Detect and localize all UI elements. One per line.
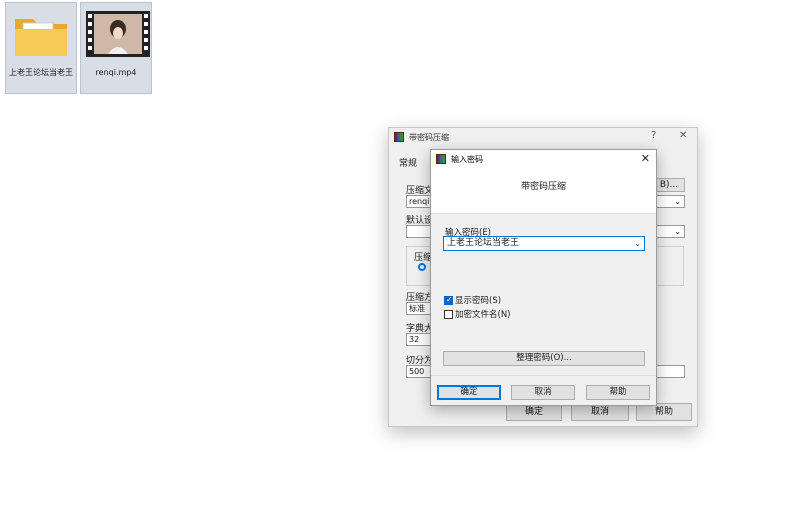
password-dialog-header: 带密码压缩 [431,168,656,214]
folder-icon [11,11,71,61]
checkbox-unchecked-icon [444,309,453,319]
password-dialog-heading: 带密码压缩 [520,182,566,192]
password-dialog-titlebar: 输入密码 ✕ [431,150,656,168]
update-mode-select[interactable]: ⌄ [653,225,685,238]
video-file-icon [86,11,150,61]
password-dialog-title: 输入密码 [451,154,483,164]
help-button[interactable]: 帮助 [586,385,650,400]
archive-dialog-title: 带密码压缩 [409,132,449,142]
desktop-video-item[interactable]: renqi.mp4 [80,2,152,94]
desktop-folder-item[interactable]: 上老王论坛当老王 [5,2,77,94]
winrar-icon [394,132,404,142]
winrar-icon [436,154,446,164]
chevron-down-icon: ⌄ [674,227,681,236]
cancel-button[interactable]: 取消 [511,385,575,400]
password-dialog: 输入密码 ✕ 带密码压缩 输入密码(E) 上老王论坛当老王 ⌄ 显示密码(S) … [430,149,657,406]
password-input[interactable]: 上老王论坛当老王 ⌄ [443,236,645,251]
archive-name-dropdown[interactable]: ⌄ [653,195,685,208]
organize-passwords-button[interactable]: 整理密码(O)... [443,351,645,366]
close-icon[interactable]: ✕ [679,130,687,141]
help-icon[interactable]: ? [651,130,656,141]
encrypt-filenames-label: 加密文件名(N) [455,310,511,320]
encrypt-filenames-checkbox[interactable]: 加密文件名(N) [444,308,511,320]
folder-label: 上老王论坛当老王 [9,68,73,77]
password-value: 上老王论坛当老王 [447,238,520,248]
format-radio[interactable] [418,263,426,271]
chevron-down-icon: ⌄ [674,197,681,206]
tab-general[interactable]: 常规 [399,156,417,169]
show-password-label: 显示密码(S) [455,296,502,306]
ok-button[interactable]: 确定 [437,385,501,400]
close-icon[interactable]: ✕ [641,152,650,165]
divider [431,375,656,376]
chevron-down-icon[interactable]: ⌄ [634,237,641,250]
archive-dialog-titlebar: 带密码压缩 ? ✕ [389,128,697,146]
split-unit-select[interactable] [653,365,685,378]
video-label: renqi.mp4 [95,68,137,77]
browse-button[interactable]: B)... [653,178,685,192]
show-password-checkbox[interactable]: 显示密码(S) [444,294,501,306]
checkbox-checked-icon [444,295,453,305]
